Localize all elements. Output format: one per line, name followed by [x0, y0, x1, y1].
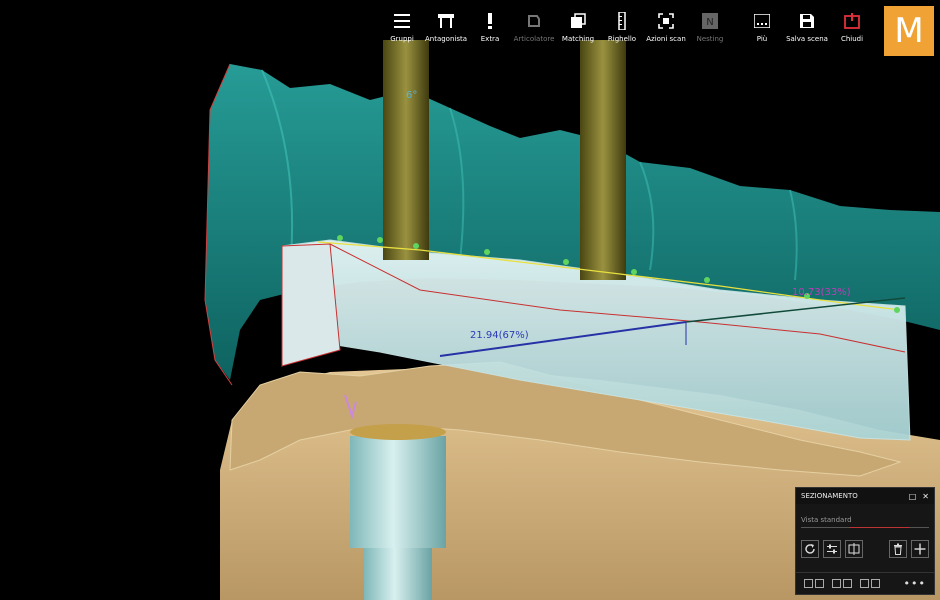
main-toolbar: Gruppi Antagonista Extra Articolatore Ma…	[380, 10, 732, 50]
measure-right-label: 10.73(33%)	[792, 287, 851, 298]
view-option-3[interactable]	[860, 579, 880, 588]
abutment	[350, 436, 446, 548]
scan-actions-button[interactable]: Azioni scan	[644, 10, 688, 50]
antagonist-icon	[436, 10, 456, 32]
panel-title: SEZIONAMENTO	[801, 492, 858, 500]
antagonist-button[interactable]: Antagonista	[424, 10, 468, 50]
trash-icon	[894, 543, 902, 555]
delete-button[interactable]	[889, 540, 907, 558]
close-button[interactable]: Chiudi	[830, 10, 874, 50]
measure-left-label: 21.94(67%)	[470, 330, 529, 341]
restore-icon[interactable]: □	[909, 492, 917, 501]
scan-actions-icon	[656, 10, 676, 32]
ruler-button[interactable]: Righello	[600, 10, 644, 50]
view-select-text: Vista standard	[801, 515, 852, 524]
sectioning-panel: SEZIONAMENTO □ ✕ Vista standard •••	[795, 487, 935, 595]
split-button[interactable]	[845, 540, 863, 558]
nesting-button[interactable]: N Nesting	[688, 10, 732, 50]
more-button[interactable]: Più	[740, 10, 784, 50]
menu-icon	[392, 10, 412, 32]
angle-label: 6°	[406, 90, 418, 101]
panel-view-options: •••	[796, 572, 934, 594]
power-icon	[842, 10, 862, 32]
extra-button[interactable]: Extra	[468, 10, 512, 50]
save-icon	[797, 10, 817, 32]
plus-icon	[914, 543, 926, 555]
articulator-icon	[524, 10, 544, 32]
save-scene-button[interactable]: Salva scena	[784, 10, 830, 50]
add-button[interactable]	[911, 540, 929, 558]
reset-button[interactable]	[801, 540, 819, 558]
app-logo: M	[884, 6, 934, 56]
adjust-button[interactable]	[823, 540, 841, 558]
groups-button[interactable]: Gruppi	[380, 10, 424, 50]
more-icon	[752, 10, 772, 32]
rotate-icon	[805, 544, 815, 554]
panel-header: SEZIONAMENTO □ ✕	[796, 488, 934, 504]
exclamation-icon	[480, 10, 500, 32]
sliders-icon	[827, 544, 837, 554]
matching-icon	[568, 10, 588, 32]
implant-post-right	[580, 40, 626, 280]
panel-button-row	[801, 540, 929, 558]
nesting-icon: N	[700, 10, 720, 32]
view-option-1[interactable]	[804, 579, 824, 588]
matching-button[interactable]: Matching	[556, 10, 600, 50]
view-select[interactable]: Vista standard	[801, 512, 929, 528]
close-icon[interactable]: ✕	[922, 492, 929, 501]
articulator-button[interactable]: Articolatore	[512, 10, 556, 50]
ruler-icon	[612, 10, 632, 32]
svg-text:N: N	[706, 17, 713, 28]
right-toolbar: Più Salva scena Chiudi	[740, 10, 874, 50]
view-option-2[interactable]	[832, 579, 852, 588]
more-options-icon[interactable]: •••	[904, 577, 926, 590]
implant-post-left	[383, 40, 429, 260]
split-icon	[848, 543, 860, 555]
